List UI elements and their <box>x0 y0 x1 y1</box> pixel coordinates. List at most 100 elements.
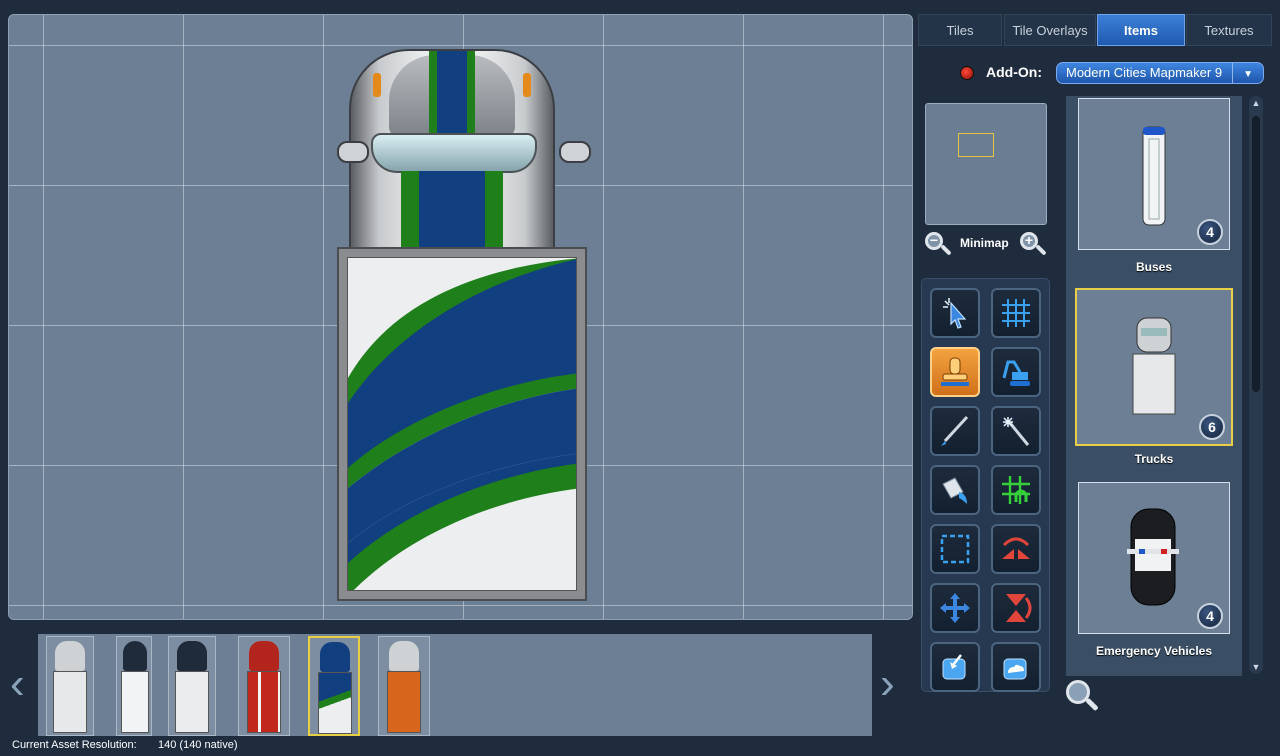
selection-rect-icon <box>940 534 970 564</box>
item-count-badge: 4 <box>1197 219 1223 245</box>
excavator-icon <box>1002 360 1030 386</box>
paint-bucket-icon <box>942 477 967 504</box>
map-canvas[interactable] <box>8 14 913 620</box>
minimap[interactable] <box>925 103 1047 225</box>
grid-icon <box>1002 299 1030 327</box>
stamp-icon <box>941 357 969 386</box>
item-list[interactable]: 4 Buses 6 Trucks 4 Emergency Vehicles <box>1066 96 1242 676</box>
grid-snap-tool-button[interactable] <box>991 465 1041 515</box>
flip-horizontal-tool-button[interactable] <box>991 524 1041 574</box>
resolution-value: 140 (140 native) <box>158 739 238 751</box>
variant-box <box>121 671 149 733</box>
rectangle-select-tool-button[interactable] <box>930 524 980 574</box>
minimap-viewport[interactable] <box>958 133 994 157</box>
tab-tiles[interactable]: Tiles <box>918 14 1002 46</box>
addon-label: Add-On: <box>986 64 1042 80</box>
flip-vertical-icon <box>1006 594 1032 622</box>
move-icon <box>940 593 970 623</box>
grid-line <box>183 15 184 619</box>
move-tool-button[interactable] <box>930 583 980 633</box>
grid-line <box>43 15 44 619</box>
item-list-scrollbar[interactable]: ▲ ▼ <box>1249 96 1263 674</box>
magnifier-handle <box>1035 244 1047 256</box>
variant-box <box>318 672 352 734</box>
item-card-emergency-vehicles[interactable]: 4 <box>1078 482 1230 634</box>
variant-thumbnail[interactable] <box>168 636 216 736</box>
magic-wand-icon <box>1003 417 1030 446</box>
variant-cab <box>123 641 147 671</box>
side-mirror <box>337 141 369 163</box>
hood-stripe <box>429 51 475 135</box>
scroll-down-icon[interactable]: ▼ <box>1249 662 1263 672</box>
variant-cab <box>55 641 85 671</box>
item-label-trucks: Trucks <box>1134 452 1174 466</box>
brush-icon <box>941 415 969 446</box>
zoom-in-button[interactable]: + <box>1020 232 1047 258</box>
panel-tabs: Tiles Tile Overlays Items Textures <box>918 14 1272 46</box>
grid-line <box>883 15 884 619</box>
magic-wand-tool-button[interactable] <box>991 406 1041 456</box>
export-button[interactable] <box>930 642 980 692</box>
select-cursor-icon <box>943 298 967 329</box>
variant-thumbnail[interactable] <box>116 636 152 736</box>
addon-status-led <box>960 66 974 80</box>
variant-box <box>175 671 209 733</box>
chevron-down-icon: ▼ <box>1243 69 1253 80</box>
item-count-badge: 4 <box>1197 603 1223 629</box>
trailer-stripes <box>348 258 576 590</box>
next-variant-button[interactable]: › <box>880 662 895 706</box>
scroll-up-icon[interactable]: ▲ <box>1249 98 1263 108</box>
fill-tool-button[interactable] <box>930 465 980 515</box>
grid-line <box>323 15 324 619</box>
variant-cab <box>249 641 279 671</box>
variant-thumbnail[interactable] <box>238 636 290 736</box>
item-count-badge: 6 <box>1199 414 1225 440</box>
grid-snap-icon <box>1002 476 1030 504</box>
side-mirror <box>559 141 591 163</box>
variant-box <box>387 671 421 733</box>
variant-cab <box>177 641 207 671</box>
variant-strip <box>38 634 872 736</box>
tab-tile-overlays[interactable]: Tile Overlays <box>1004 14 1096 46</box>
variant-thumbnail[interactable] <box>46 636 94 736</box>
export-icon <box>942 654 966 680</box>
truck-windshield <box>371 133 537 173</box>
item-label-emergency-vehicles: Emergency Vehicles <box>1095 644 1213 658</box>
tab-items[interactable]: Items <box>1097 14 1185 46</box>
item-card-trucks[interactable]: 6 <box>1075 288 1233 446</box>
grid-line <box>603 15 604 619</box>
stamp-tool-button[interactable] <box>930 347 980 397</box>
variant-thumbnail-selected[interactable] <box>308 636 360 736</box>
variant-box <box>247 671 281 733</box>
select-tool-button[interactable] <box>930 288 980 338</box>
minimap-label: Minimap <box>960 236 1009 250</box>
addon-dropdown[interactable]: Modern Cities Mapmaker 9 ▼ <box>1056 62 1264 84</box>
flip-horizontal-icon <box>1002 537 1030 559</box>
excavator-tool-button[interactable] <box>991 347 1041 397</box>
grid-line <box>743 15 744 619</box>
truck-trailer[interactable] <box>337 247 587 601</box>
item-card-buses[interactable]: 4 <box>1078 98 1230 250</box>
variant-cab <box>389 641 419 671</box>
cloud-export-icon <box>1003 658 1027 680</box>
tool-palette <box>921 278 1050 692</box>
turn-light <box>373 73 381 97</box>
grid-line <box>9 45 912 46</box>
tab-textures[interactable]: Textures <box>1186 14 1272 46</box>
item-search-button[interactable] <box>1066 680 1100 714</box>
trailer-livery <box>347 257 577 591</box>
zoom-out-button[interactable]: − <box>925 232 952 258</box>
variant-cab <box>320 642 350 672</box>
flip-vertical-tool-button[interactable] <box>991 583 1041 633</box>
grid-tool-button[interactable] <box>991 288 1041 338</box>
variant-box <box>53 671 87 733</box>
dropdown-separator <box>1232 63 1233 83</box>
cloud-export-button[interactable] <box>991 642 1041 692</box>
variant-thumbnail[interactable] <box>378 636 430 736</box>
prev-variant-button[interactable]: ‹ <box>10 662 25 706</box>
truck-cab[interactable] <box>349 49 555 267</box>
scroll-thumb[interactable] <box>1252 116 1260 392</box>
item-label-buses: Buses <box>1135 260 1173 274</box>
magnifier-handle <box>1085 697 1099 712</box>
brush-tool-button[interactable] <box>930 406 980 456</box>
